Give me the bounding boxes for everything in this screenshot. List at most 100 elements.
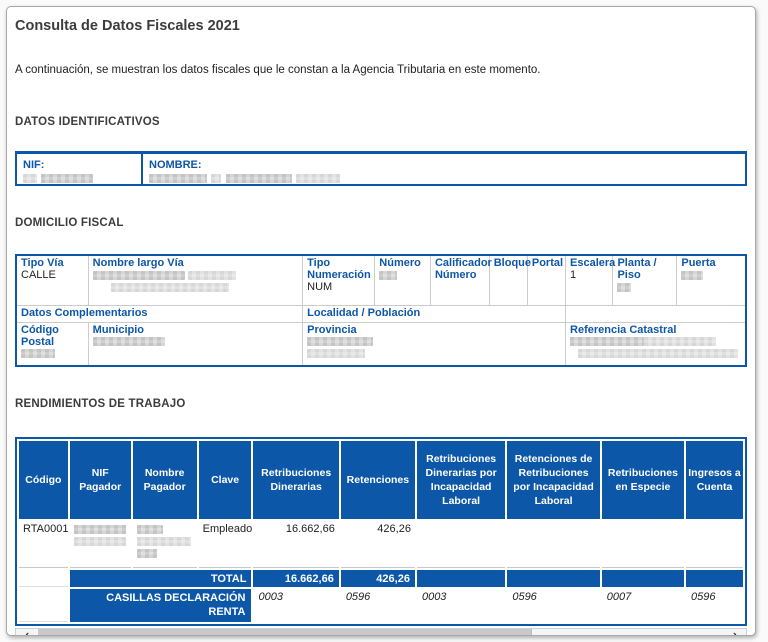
casilla-retribuciones-dinerarias-incapacidad: 0003 xyxy=(416,589,506,622)
domicilio-table: Tipo Vía CALLE Nombre largo Vía Tipo Num… xyxy=(15,254,747,367)
scroll-left-icon[interactable]: ‹ xyxy=(16,628,38,635)
provincia-label: Provincia xyxy=(307,323,357,336)
intro-text: A continuación, se muestran los datos fi… xyxy=(15,64,541,76)
codigo-postal-label: Código Postal xyxy=(21,323,59,348)
redacted-value xyxy=(379,270,398,280)
redacted-value xyxy=(23,174,37,184)
portal-label: Portal xyxy=(531,257,564,269)
column-header-ingresos-cuenta: Ingresos a Cuenta xyxy=(686,441,743,519)
redacted-value xyxy=(73,524,126,534)
total-retribuciones-dinerarias: 16.662,66 xyxy=(253,570,339,587)
nombre-largo-via-label: Nombre largo Vía xyxy=(92,257,184,269)
redacted-value xyxy=(681,270,704,280)
redacted-value xyxy=(92,337,165,347)
cell-empty xyxy=(416,521,506,568)
cell-empty xyxy=(507,521,600,568)
page-title: Consulta de Datos Fiscales 2021 xyxy=(15,18,240,34)
redacted-value xyxy=(149,174,207,184)
column-header-codigo: Código xyxy=(19,441,68,519)
cell-empty xyxy=(19,589,68,622)
cell-empty xyxy=(19,570,68,587)
redacted-value xyxy=(644,337,717,347)
cell-empty xyxy=(686,521,743,568)
horizontal-scrollbar[interactable]: ‹ › xyxy=(15,627,747,635)
cell-retribuciones-dinerarias-value: 16.662,66 xyxy=(253,521,339,568)
redacted-value xyxy=(92,270,185,280)
tipo-numeracion-label: Tipo Numeración xyxy=(307,257,371,281)
escalera-value: 1 xyxy=(570,269,577,281)
redacted-value xyxy=(21,349,55,359)
redacted-value xyxy=(73,536,126,546)
casilla-retenciones-retribuciones-incapacidad: 0596 xyxy=(507,589,600,622)
datos-complementarios-label: Datos Complementarios xyxy=(21,306,148,319)
cell-provincia: Provincia xyxy=(302,321,567,367)
casillas-row: CASILLAS DECLARACIÓN RENTA 0003 0596 000… xyxy=(19,589,743,622)
escalera-label: Escalera xyxy=(570,257,616,269)
cell-empty xyxy=(686,570,743,587)
cell-empty xyxy=(601,570,685,587)
puerta-label: Puerta xyxy=(681,257,716,269)
scrollbar-thumb[interactable] xyxy=(38,628,532,635)
cell-referencia-catastral: Referencia Catastral xyxy=(565,321,747,367)
casillas-label: CASILLAS DECLARACIÓN RENTA xyxy=(69,589,252,622)
redacted-value xyxy=(307,337,374,347)
redacted-value xyxy=(570,337,645,347)
casilla-retenciones: 0596 xyxy=(340,589,415,622)
redacted-value xyxy=(136,536,191,546)
cell-clave-value: Empleado xyxy=(198,521,252,568)
cell-empty xyxy=(507,570,600,587)
redacted-value xyxy=(225,174,292,184)
tipo-via-value: CALLE xyxy=(21,269,56,281)
redacted-value xyxy=(617,282,632,292)
column-header-nif-pagador: NIF Pagador xyxy=(69,441,131,519)
cell-portal: Portal xyxy=(526,254,567,306)
scroll-right-icon[interactable]: › xyxy=(724,628,746,635)
cell-nombre-pagador-value xyxy=(132,521,197,568)
cell-datos-complementarios: Datos Complementarios xyxy=(15,304,304,323)
column-header-retribuciones-especie: Retribuciones en Especie xyxy=(601,441,685,519)
table-row: RTA0001 Empleado 16.662,66 426,26 xyxy=(19,521,743,568)
column-header-retenciones: Retenciones xyxy=(340,441,415,519)
section-heading-rendimientos-trabajo: RENDIMIENTOS DE TRABAJO xyxy=(15,398,186,410)
cell-empty xyxy=(565,304,747,323)
redacted-value xyxy=(136,548,157,558)
scrollbar-track[interactable] xyxy=(38,628,724,635)
cell-retenciones-value: 426,26 xyxy=(340,521,415,568)
casilla-ingresos-cuenta: 0596 xyxy=(686,589,743,622)
cell-tipo-via: Tipo Vía CALLE xyxy=(15,254,89,306)
total-row: TOTAL 16.662,66 426,26 xyxy=(19,570,743,587)
cell-localidad-poblacion: Localidad / Población xyxy=(302,304,567,323)
cell-puerta: Puerta xyxy=(676,254,747,306)
redacted-value xyxy=(136,524,163,534)
cell-numero: Número xyxy=(374,254,431,306)
calificador-numero-label: Calificador Número xyxy=(434,257,492,281)
column-header-retenciones-retribuciones-incapacidad: Retenciones de Retribuciones por Incapac… xyxy=(507,441,600,519)
casilla-retribuciones-especie: 0007 xyxy=(601,589,685,622)
nombre-label: NOMBRE: xyxy=(149,159,202,171)
redacted-value xyxy=(578,349,739,359)
planta-piso-label: Planta / Piso xyxy=(617,257,657,281)
tipo-via-label: Tipo Vía xyxy=(21,257,64,269)
casilla-retribuciones-dinerarias: 0003 xyxy=(253,589,339,622)
rendimientos-table: Código NIF Pagador Nombre Pagador Clave … xyxy=(15,437,747,626)
section-heading-datos-identificativos: DATOS IDENTIFICATIVOS xyxy=(15,116,160,128)
redacted-value xyxy=(187,270,236,280)
cell-planta-piso: Planta / Piso xyxy=(612,254,678,306)
section-heading-domicilio-fiscal: DOMICILIO FISCAL xyxy=(15,217,124,229)
localidad-poblacion-label: Localidad / Población xyxy=(307,306,421,319)
cell-escalera: Escalera 1 xyxy=(565,254,616,306)
cell-empty xyxy=(416,570,506,587)
total-label: TOTAL xyxy=(69,570,252,587)
column-header-nombre-pagador: Nombre Pagador xyxy=(132,441,197,519)
cell-empty xyxy=(601,521,685,568)
column-header-retribuciones-dinerarias: Retribuciones Dinerarias xyxy=(253,441,339,519)
nombre-field: NOMBRE: xyxy=(143,154,745,184)
cell-bloque: Bloque xyxy=(488,254,531,306)
redacted-value xyxy=(110,282,229,292)
nif-field: NIF: xyxy=(17,154,143,184)
cell-tipo-numeracion: Tipo Numeración NUM xyxy=(302,254,376,306)
column-header-clave: Clave xyxy=(198,441,252,519)
nif-label: NIF: xyxy=(23,159,45,171)
cell-nombre-largo-via: Nombre largo Vía xyxy=(87,254,304,306)
cell-codigo-value: RTA0001 xyxy=(19,521,68,568)
